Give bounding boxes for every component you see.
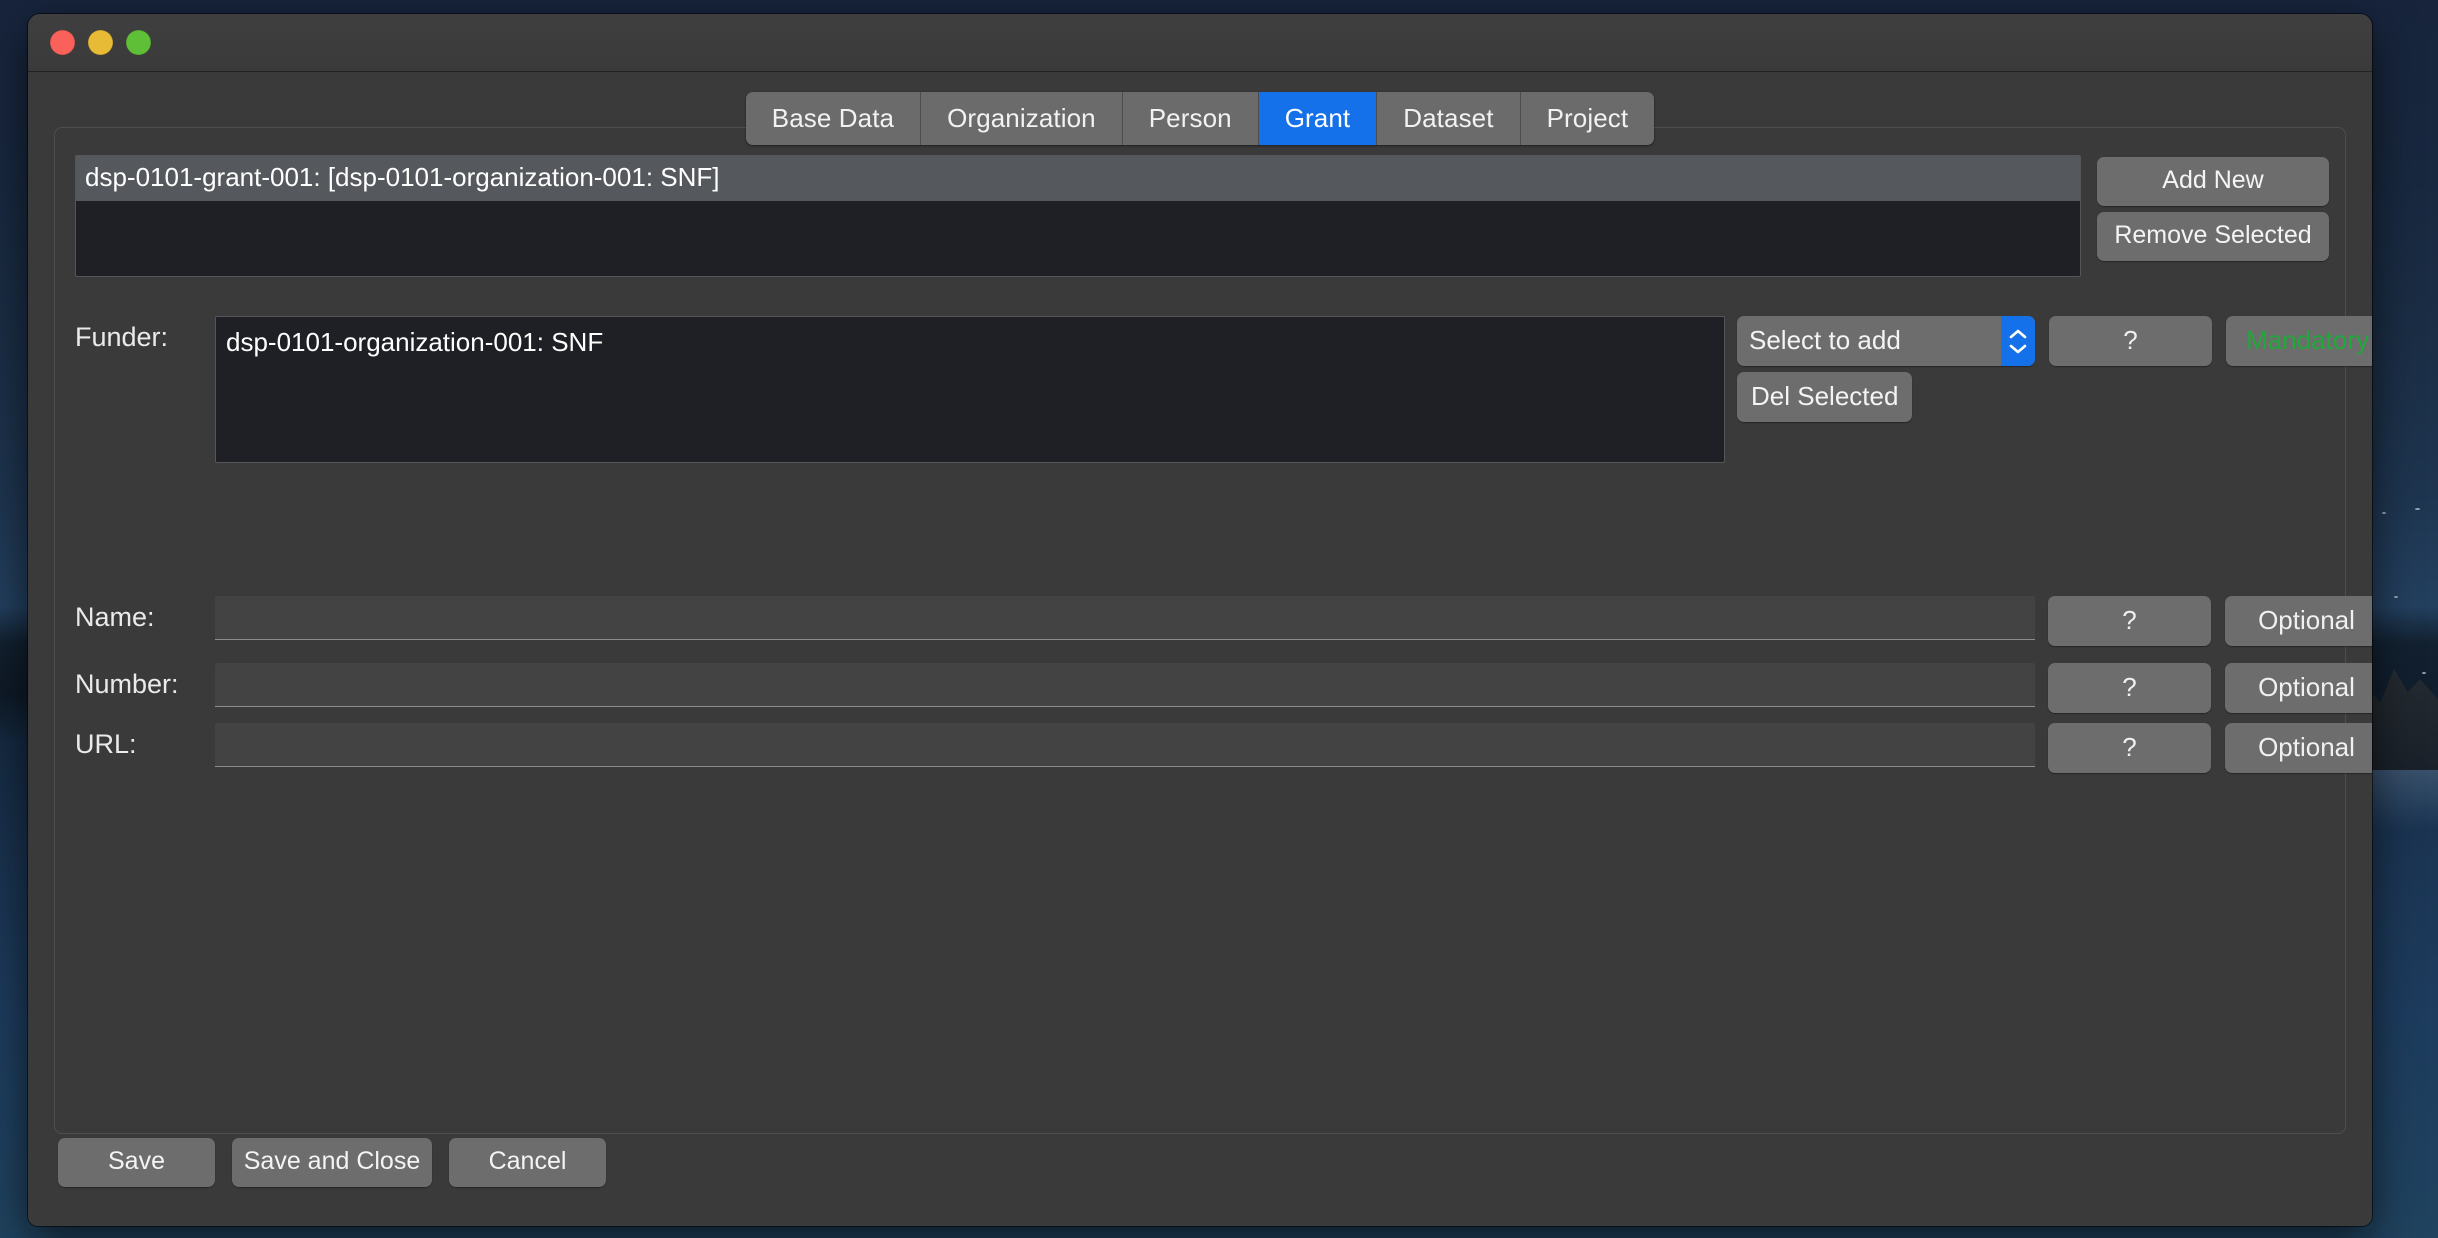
tab-organization[interactable]: Organization <box>921 92 1123 145</box>
field-row-name: Name: ? Optional <box>75 596 2372 646</box>
funder-select-dropdown[interactable]: Select to add <box>1737 316 2035 366</box>
wallpaper-star <box>2382 512 2386 514</box>
list-item[interactable]: dsp-0101-organization-001: SNF <box>216 323 1724 362</box>
name-row-actions: ? Optional <box>2048 596 2372 646</box>
grant-form-panel: dsp-0101-grant-001: [dsp-0101-organizati… <box>54 127 2372 1134</box>
number-status-badge[interactable]: Optional <box>2225 663 2372 713</box>
dialog-footer: Save Save and Close Cancel <box>28 1098 2372 1226</box>
funder-controls: Select to add Del Selected ? Mandatory <box>1737 316 2372 422</box>
funder-label: Funder: <box>75 322 169 352</box>
application-window: Base Data Organization Person Grant Data… <box>28 14 2372 1226</box>
url-help-button[interactable]: ? <box>2048 723 2211 773</box>
entry-list-row: dsp-0101-grant-001: [dsp-0101-organizati… <box>75 155 2329 277</box>
wallpaper-star <box>2422 672 2426 674</box>
url-input[interactable] <box>215 723 2035 767</box>
cancel-button[interactable]: Cancel <box>449 1137 606 1187</box>
field-row-funder: Funder: dsp-0101-organization-001: SNF S… <box>75 316 2372 463</box>
add-new-button[interactable]: Add New <box>2097 157 2329 206</box>
wallpaper-star <box>2394 596 2398 598</box>
close-window-icon[interactable] <box>50 30 75 55</box>
number-row-actions: ? Optional <box>2048 663 2372 713</box>
name-help-button[interactable]: ? <box>2048 596 2211 646</box>
entry-list[interactable]: dsp-0101-grant-001: [dsp-0101-organizati… <box>75 155 2081 277</box>
wallpaper-star <box>2415 508 2420 510</box>
tab-person[interactable]: Person <box>1122 92 1259 145</box>
field-row-url: URL: ? Optional <box>75 723 2372 773</box>
name-input[interactable] <box>215 596 2035 640</box>
number-help-button[interactable]: ? <box>2048 663 2211 713</box>
save-and-close-button[interactable]: Save and Close <box>232 1137 432 1187</box>
tab-base-data[interactable]: Base Data <box>745 92 922 145</box>
name-status-badge[interactable]: Optional <box>2225 596 2372 646</box>
chevron-updown-icon[interactable] <box>2001 316 2035 366</box>
entry-list-actions: Add New Remove Selected <box>2097 155 2329 277</box>
save-button[interactable]: Save <box>58 1137 215 1187</box>
field-row-number: Number: ? Optional <box>75 663 2372 713</box>
funder-select-label: Select to add <box>1749 325 1901 355</box>
desktop-background: Base Data Organization Person Grant Data… <box>0 0 2438 1238</box>
tab-grant[interactable]: Grant <box>1258 92 1378 145</box>
tab-bar: Base Data Organization Person Grant Data… <box>28 92 2372 145</box>
list-item[interactable]: dsp-0101-grant-001: [dsp-0101-organizati… <box>76 156 2080 202</box>
url-label: URL: <box>75 729 137 759</box>
funder-select-group: Select to add Del Selected <box>1737 316 2035 422</box>
url-row-actions: ? Optional <box>2048 723 2372 773</box>
number-input[interactable] <box>215 663 2035 707</box>
tab-project[interactable]: Project <box>1520 92 1655 145</box>
funder-help-button[interactable]: ? <box>2049 316 2212 366</box>
tab-dataset[interactable]: Dataset <box>1377 92 1521 145</box>
maximize-window-icon[interactable] <box>126 30 151 55</box>
url-status-badge[interactable]: Optional <box>2225 723 2372 773</box>
tab-group: Base Data Organization Person Grant Data… <box>745 92 1655 145</box>
funder-value-list[interactable]: dsp-0101-organization-001: SNF <box>215 316 1725 463</box>
window-body: Base Data Organization Person Grant Data… <box>28 72 2372 1226</box>
number-label: Number: <box>75 669 179 699</box>
window-titlebar <box>28 14 2372 72</box>
name-label: Name: <box>75 602 155 632</box>
remove-selected-button[interactable]: Remove Selected <box>2097 212 2329 261</box>
funder-status-badge[interactable]: Mandatory <box>2226 316 2372 366</box>
funder-del-selected-button[interactable]: Del Selected <box>1737 372 1913 422</box>
minimize-window-icon[interactable] <box>88 30 113 55</box>
